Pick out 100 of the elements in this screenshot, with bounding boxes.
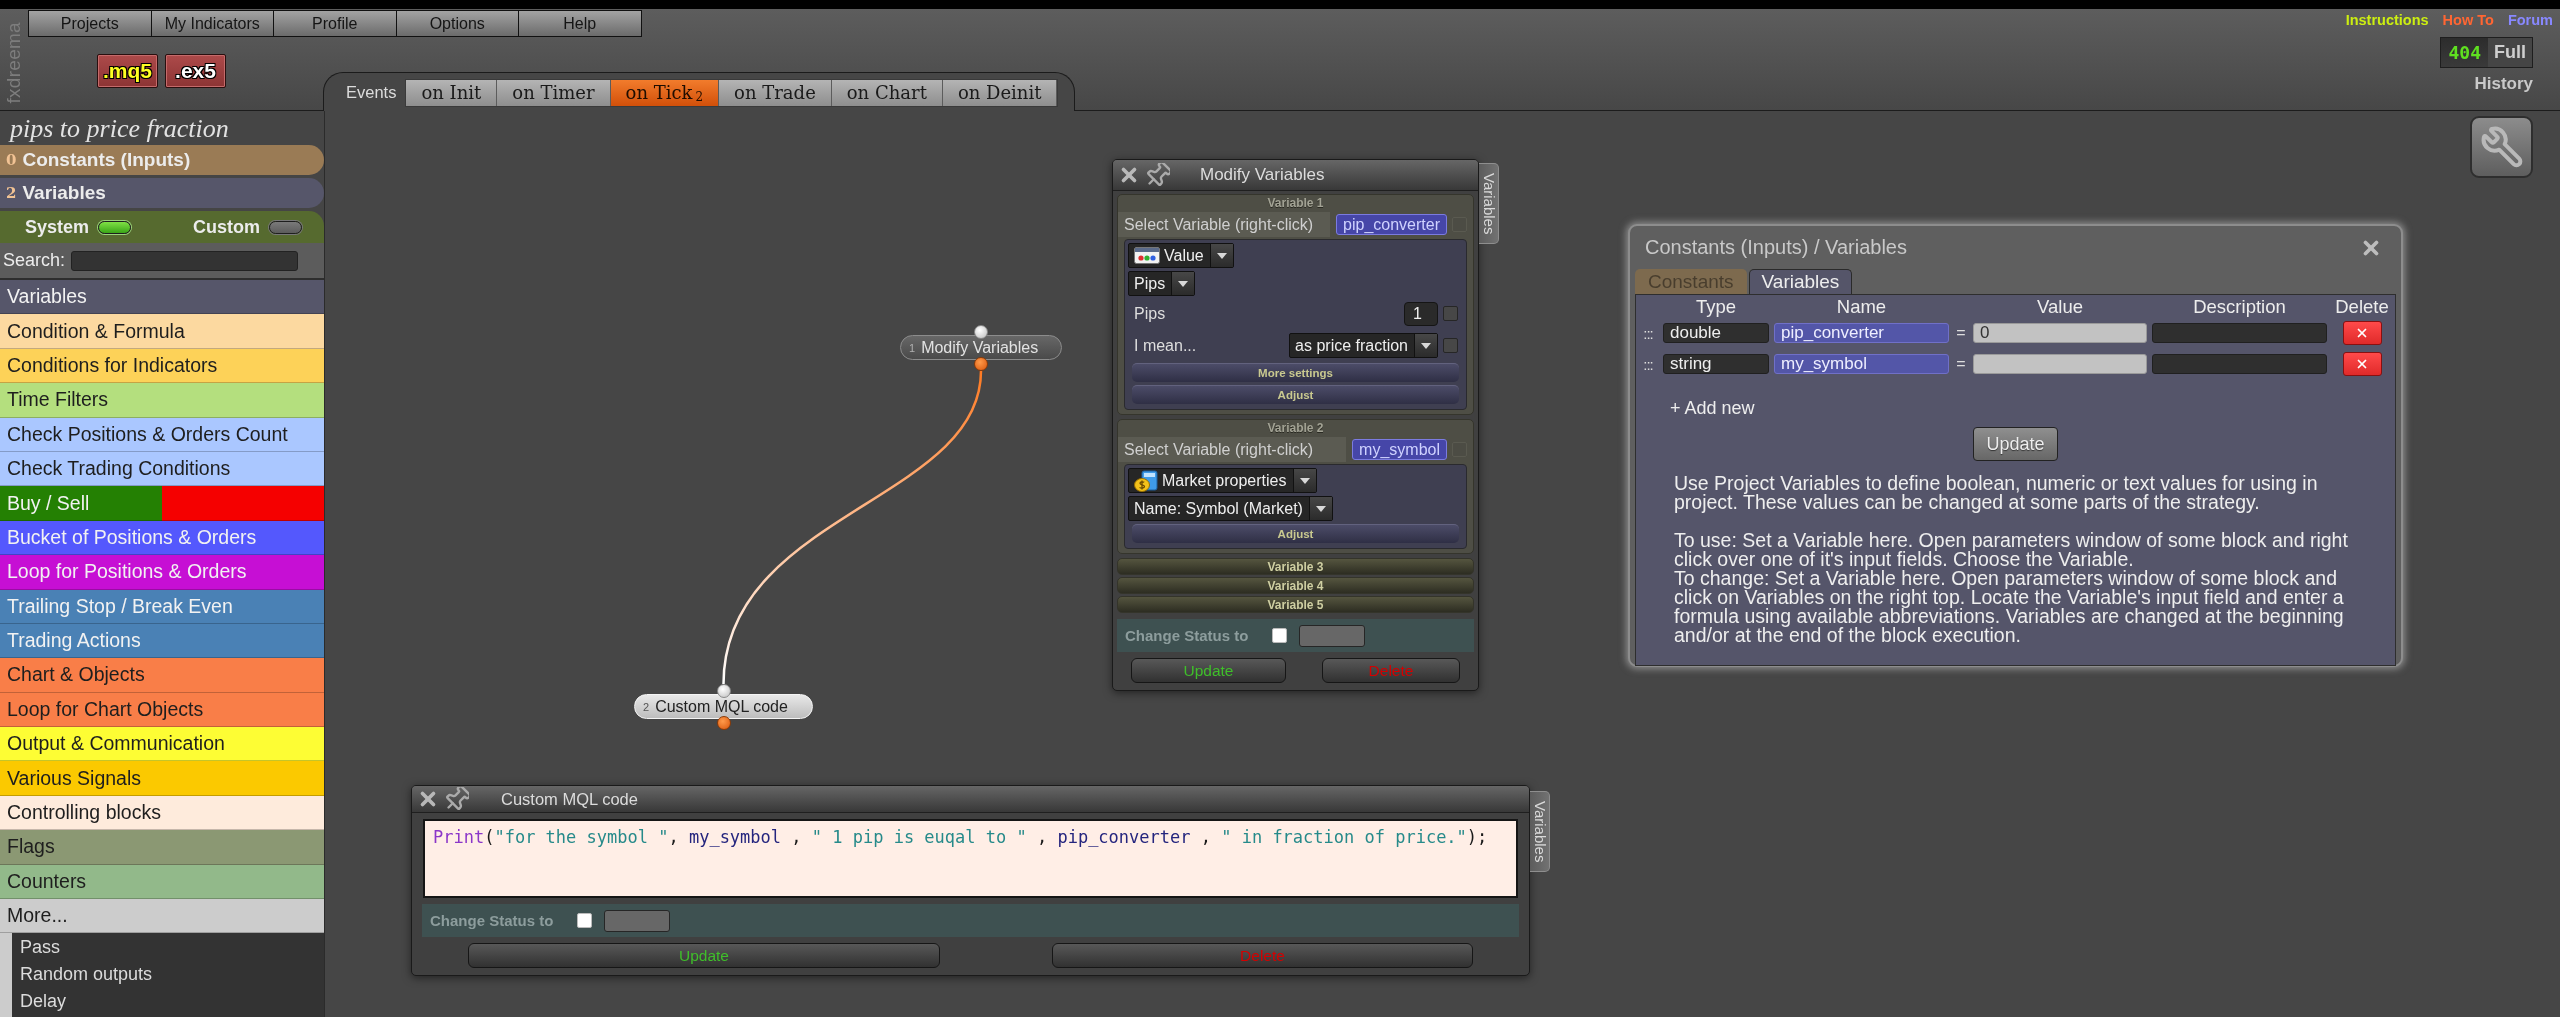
history-link[interactable]: History xyxy=(2474,74,2533,94)
category-item[interactable]: Counters xyxy=(0,864,324,900)
section-header[interactable]: Variable 5 xyxy=(1117,596,1474,613)
category-item[interactable]: Trading Actions xyxy=(0,623,324,659)
drag-handle[interactable]: ::: xyxy=(1643,324,1653,342)
output-port-icon[interactable] xyxy=(974,357,988,371)
select-label: Select Variable (right-click) xyxy=(1118,437,1347,462)
description-field[interactable] xyxy=(2152,354,2327,374)
description-field[interactable] xyxy=(2152,323,2327,343)
update-button[interactable]: Update xyxy=(1131,658,1286,683)
category-item[interactable]: Variables xyxy=(0,280,324,315)
dropdown[interactable]: Name: Symbol (Market) xyxy=(1128,496,1333,521)
sidebar-section[interactable]: 2 Variables xyxy=(0,178,324,208)
side-tab[interactable]: Variables xyxy=(1479,163,1499,245)
output-port-icon[interactable] xyxy=(716,716,731,730)
category-item[interactable]: Check Positions & Orders Count xyxy=(0,417,324,452)
variable-badge[interactable]: my_symbol xyxy=(1352,439,1447,460)
category-item[interactable]: Loop for Positions & Orders xyxy=(0,555,324,590)
update-button[interactable]: Update xyxy=(1973,427,2058,461)
event-tab[interactable]: on Deinit xyxy=(942,79,1058,106)
export-button[interactable]: .ex5 xyxy=(165,54,226,88)
category-item[interactable]: Check Trading Conditions xyxy=(0,451,324,487)
category-item[interactable]: Bucket of Positions & Orders xyxy=(0,520,324,556)
value-field[interactable] xyxy=(1973,354,2147,374)
submenu-item[interactable]: Delay xyxy=(20,988,324,1016)
block-node[interactable]: 2 Custom MQL code xyxy=(634,694,813,719)
section-heading: Variable 2 xyxy=(1266,420,1325,437)
bar-button[interactable]: Adjust xyxy=(1132,385,1459,404)
category-item[interactable]: Output & Communication xyxy=(0,727,324,762)
value-field[interactable]: 0 xyxy=(1973,323,2147,343)
pin-icon[interactable] xyxy=(1146,163,1170,187)
update-button[interactable]: Update xyxy=(468,943,940,968)
checkbox[interactable] xyxy=(1443,338,1458,353)
category-item[interactable]: Flags xyxy=(0,830,324,865)
header-link[interactable]: Instructions xyxy=(2345,12,2429,28)
column-header: Value xyxy=(2037,296,2083,318)
dropdown[interactable]: as price fraction xyxy=(1289,333,1438,358)
dialog-tab[interactable]: Variables xyxy=(1748,269,1853,294)
name-field[interactable]: pip_converter xyxy=(1774,323,1949,343)
toggle-switch[interactable] xyxy=(98,220,132,234)
checkbox[interactable] xyxy=(1443,306,1458,321)
side-tab[interactable]: Variables xyxy=(1530,791,1550,873)
category-item[interactable]: Loop for Chart Objects xyxy=(0,692,324,728)
number-field[interactable]: 1 xyxy=(1404,301,1438,326)
category-item[interactable]: More... xyxy=(0,899,324,934)
dropdown[interactable]: Pips xyxy=(1128,271,1196,296)
section-header[interactable]: Variable 4 xyxy=(1117,577,1474,594)
event-tab[interactable]: on Timer xyxy=(497,79,611,106)
type-field[interactable]: double xyxy=(1663,323,1769,343)
wrench-button[interactable] xyxy=(2470,116,2533,178)
name-field[interactable]: my_symbol xyxy=(1774,354,1949,374)
category-item[interactable]: Conditions for Indicators xyxy=(0,348,324,384)
sidebar-section[interactable]: 0 Constants (Inputs) xyxy=(0,145,324,175)
add-new-link[interactable]: + Add new xyxy=(1670,398,1755,419)
status-field[interactable] xyxy=(604,909,671,932)
menu-button[interactable]: My Indicators xyxy=(151,11,274,36)
dropdown[interactable]: Value xyxy=(1128,243,1234,268)
category-item[interactable]: Condition & Formula xyxy=(0,314,324,349)
param-label: Pips xyxy=(1134,304,1166,323)
checkbox[interactable] xyxy=(1272,628,1288,643)
submenu-item[interactable]: Random outputs xyxy=(20,961,324,989)
variable-badge[interactable]: pip_converter xyxy=(1336,214,1447,235)
code-editor[interactable]: Print("for the symbol ", my_symbol , " 1 pip is euqal to " , pip_converter , " in fraction of price."); xyxy=(423,819,1518,898)
category-item[interactable]: Buy / Sell xyxy=(0,486,162,521)
menu-button[interactable]: Options xyxy=(396,11,519,36)
type-field[interactable]: string xyxy=(1663,354,1769,374)
window-title: Custom MQL code xyxy=(501,789,638,809)
menu-button[interactable]: Projects xyxy=(29,11,152,36)
menu-button[interactable]: Help xyxy=(519,11,642,36)
column-header: Description xyxy=(2193,296,2286,318)
event-tab[interactable]: on Tick 2 xyxy=(610,79,720,106)
bar-button[interactable]: Adjust xyxy=(1132,524,1459,543)
category-item[interactable]: Chart & Objects xyxy=(0,658,324,693)
drag-handle[interactable]: ::: xyxy=(1643,355,1653,373)
category-item[interactable]: Time Filters xyxy=(0,383,324,418)
dropdown[interactable]: Market properties xyxy=(1128,468,1317,493)
category-item[interactable]: Various Signals xyxy=(0,761,324,796)
search-field[interactable] xyxy=(71,250,298,271)
toggle-switch[interactable] xyxy=(269,220,303,234)
delete-button[interactable] xyxy=(2342,352,2382,376)
category-item[interactable]: Trailing Stop / Break Even xyxy=(0,589,324,624)
checkbox[interactable] xyxy=(577,913,593,928)
input-port-icon[interactable] xyxy=(974,325,988,339)
status-field[interactable] xyxy=(1299,624,1366,647)
event-tab[interactable]: on Chart xyxy=(831,79,943,106)
block-node[interactable]: 1 Modify Variables xyxy=(900,335,1062,360)
toggle-label: System xyxy=(25,216,90,238)
section-header[interactable]: Variable 3 xyxy=(1117,558,1474,575)
pin-icon[interactable] xyxy=(445,787,469,811)
input-port-icon[interactable] xyxy=(716,684,731,698)
search-label: Search: xyxy=(3,250,66,271)
event-tab[interactable]: on Trade xyxy=(719,79,832,106)
full-button[interactable]: Full xyxy=(2488,38,2532,67)
menu-button[interactable]: Profile xyxy=(274,11,397,36)
export-button[interactable]: .mq5 xyxy=(97,54,158,88)
delete-button[interactable] xyxy=(2342,321,2382,345)
submenu-item[interactable]: Pass xyxy=(20,934,324,962)
bar-button[interactable]: More settings xyxy=(1132,363,1459,382)
category-item[interactable]: Controlling blocks xyxy=(0,795,324,831)
event-tab[interactable]: on Init xyxy=(406,79,498,106)
